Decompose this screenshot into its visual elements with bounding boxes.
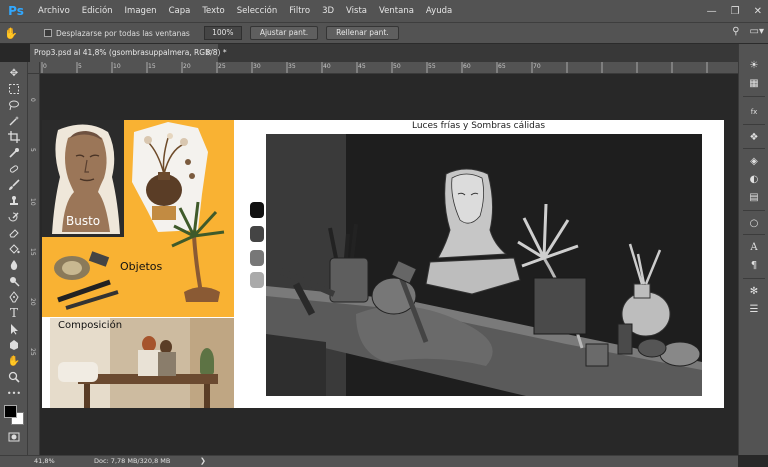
tools-panel: ✥ T ✋ ••• — [0, 62, 28, 455]
ruler-tick: 25 — [29, 348, 36, 356]
document-tab-title: Prop3.psd al 41,8% (gsombrasuppalmera, R… — [34, 48, 227, 57]
channels-panel-icon[interactable]: ▤ — [747, 192, 761, 204]
scroll-all-windows-checkbox[interactable]: Desplazarse por todas las ventanas — [44, 29, 190, 38]
document-tab-bar: Prop3.psd al 41,8% (gsombrasuppalmera, R… — [30, 44, 738, 62]
menu-imagen[interactable]: Imagen — [119, 0, 163, 22]
menu-archivo[interactable]: Archivo — [32, 0, 76, 22]
zoom-tool-icon[interactable] — [4, 370, 24, 384]
character-type-icon[interactable]: A — [747, 242, 761, 254]
properties-panel-icon[interactable]: ❖ — [747, 132, 761, 144]
color-panel-icon[interactable]: ☀ — [747, 60, 761, 72]
fit-screen-button[interactable]: Ajustar pant. — [249, 26, 319, 40]
brush-presets-icon[interactable]: ✻ — [747, 286, 761, 298]
objetos-label: Objetos — [120, 260, 163, 273]
ruler-tick: 10 — [29, 198, 36, 206]
scroll-all-label: Desplazarse por todas las ventanas — [56, 28, 190, 38]
history-brush-icon[interactable] — [4, 210, 24, 224]
ruler-tick: 20 — [29, 298, 36, 306]
shape-tool-icon[interactable] — [4, 338, 24, 352]
ruler-tick: 5 — [29, 148, 36, 152]
options-bar: ✋ Desplazarse por todas las ventanas 100… — [0, 22, 768, 44]
document-canvas[interactable]: Busto Objetos Composición Luces frías y … — [42, 120, 724, 408]
healing-brush-icon[interactable] — [4, 162, 24, 176]
tool-presets-icon[interactable]: ☰ — [747, 304, 761, 316]
window-controls: — ❐ ✕ — [707, 0, 762, 22]
hand-icon[interactable]: ✋ — [4, 354, 24, 368]
menu-texto[interactable]: Texto — [196, 0, 230, 22]
panel-dock: ☀ ▦ fx ❖ ◈ ◐ ▤ ○ A ¶ ✻ ☰ — [738, 44, 768, 455]
palm-photo — [171, 201, 225, 302]
dodge-tool-icon[interactable] — [4, 274, 24, 288]
clone-stamp-icon[interactable] — [4, 194, 24, 208]
ruler-corner — [28, 62, 40, 74]
minimize-icon[interactable]: — — [707, 6, 717, 17]
busto-label: Busto — [66, 214, 101, 228]
menu-edicion[interactable]: Edición — [76, 0, 119, 22]
menu-vista[interactable]: Vista — [340, 0, 373, 22]
paragraph-panel-icon[interactable]: ¶ — [747, 260, 761, 272]
lasso-tool-icon[interactable] — [4, 98, 24, 112]
menu-ayuda[interactable]: Ayuda — [420, 0, 458, 22]
vertical-ruler[interactable]: 0 5 10 15 20 25 — [28, 74, 40, 455]
document-tab[interactable]: Prop3.psd al 41,8% (gsombrasuppalmera, R… — [30, 44, 227, 62]
ruler-tick: 15 — [29, 248, 36, 256]
more-tools-icon[interactable]: ••• — [4, 386, 24, 400]
swatch-4 — [250, 272, 264, 288]
composicion-photo — [50, 318, 234, 408]
maximize-icon[interactable]: ❐ — [731, 6, 740, 17]
adjustments-panel-icon[interactable]: ◐ — [747, 174, 761, 186]
horizontal-ruler[interactable]: 0 5 10 15 20 25 30 35 40 45 50 55 60 65 … — [40, 62, 738, 74]
photoshop-window: Ps Archivo Edición Imagen Capa Texto Sel… — [0, 0, 768, 467]
eraser-icon[interactable] — [4, 226, 24, 240]
layers-panel-icon[interactable]: ◈ — [747, 156, 761, 168]
options-right: ⚲ ▭▾ — [732, 26, 764, 37]
ruler-h-marks — [41, 62, 708, 73]
quick-mask-icon[interactable] — [4, 430, 24, 444]
menu-3d[interactable]: 3D — [316, 0, 340, 22]
zoom-field[interactable]: 100% — [203, 26, 242, 40]
menu-filtro[interactable]: Filtro — [283, 0, 316, 22]
menu-seleccion[interactable]: Selección — [231, 0, 284, 22]
doc-size: Doc: 7,78 MB/320,8 MB — [94, 457, 171, 465]
paths-panel-icon[interactable]: ○ — [747, 218, 761, 230]
checkbox-box[interactable] — [44, 29, 52, 37]
swatches-panel-icon[interactable]: ▦ — [747, 78, 761, 90]
character-panel-icon[interactable]: fx — [747, 106, 761, 118]
swatch-1 — [250, 202, 264, 218]
status-arrow-icon[interactable]: ❯ — [200, 456, 206, 467]
workspace-icon[interactable]: ▭▾ — [750, 26, 764, 37]
move-tool-icon[interactable]: ✥ — [4, 66, 24, 80]
pen-tool-icon[interactable] — [4, 290, 24, 304]
type-tool-icon[interactable]: T — [4, 306, 24, 320]
blur-tool-icon[interactable] — [4, 258, 24, 272]
zoom-level[interactable]: 41,8% — [34, 456, 55, 467]
eyedropper-icon[interactable] — [4, 146, 24, 160]
composicion-label: Composición — [58, 320, 123, 331]
tools-photo — [54, 251, 119, 310]
crop-tool-icon[interactable] — [4, 130, 24, 144]
canvas-area[interactable]: Busto Objetos Composición Luces frías y … — [40, 74, 738, 455]
menu-capa[interactable]: Capa — [163, 0, 197, 22]
close-icon[interactable]: ✕ — [754, 6, 762, 17]
menu-bar: Ps Archivo Edición Imagen Capa Texto Sel… — [0, 0, 768, 22]
hand-tool-icon[interactable]: ✋ — [0, 27, 22, 40]
menu-ventana[interactable]: Ventana — [373, 0, 420, 22]
swatch-2 — [250, 226, 264, 242]
swatch-3 — [250, 250, 264, 266]
paint-bucket-icon[interactable] — [4, 242, 24, 256]
photoshop-logo: Ps — [8, 4, 24, 18]
ruler-tick: 0 — [29, 98, 36, 102]
search-icon[interactable]: ⚲ — [732, 26, 739, 37]
path-selection-icon[interactable] — [4, 322, 24, 336]
grayscale-scene-illustration — [266, 134, 702, 396]
tab-close-icon[interactable]: ✕ — [205, 44, 212, 62]
magic-wand-icon[interactable] — [4, 114, 24, 128]
scene-title: Luces frías y Sombras cálidas — [412, 121, 546, 131]
status-bar: 41,8% Doc: 7,78 MB/320,8 MB ❯ — [0, 455, 738, 467]
marquee-tool-icon[interactable] — [4, 82, 24, 96]
fill-screen-button[interactable]: Rellenar pant. — [326, 26, 399, 40]
brush-tool-icon[interactable] — [4, 178, 24, 192]
